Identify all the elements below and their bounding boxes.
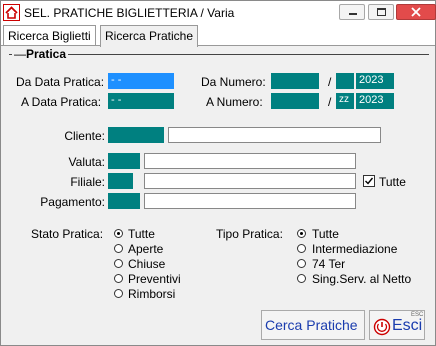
valuta-code-field[interactable] (108, 153, 140, 169)
cliente-name-field[interactable] (168, 127, 381, 143)
filiale-desc-field[interactable] (144, 173, 356, 189)
da-numero-prefix-field[interactable] (336, 73, 354, 89)
da-data-field[interactable]: - - (108, 73, 174, 89)
group-title: —Pratica (12, 47, 69, 61)
main-window: SEL. PRATICHE BIGLIETTERIA / Varia Ricer… (0, 0, 436, 346)
tab-ricerca-biglietti[interactable]: Ricerca Biglietti (3, 25, 96, 46)
maximize-icon (377, 8, 386, 16)
tutte-checkbox[interactable] (363, 175, 375, 187)
pagamento-desc-field[interactable] (144, 193, 356, 209)
exit-icon (373, 318, 391, 336)
tab-bar: Ricerca Biglietti Ricerca Pratiche (1, 25, 435, 47)
filiale-code-field[interactable] (108, 173, 133, 189)
a-numero-field[interactable] (271, 93, 319, 109)
stato-radio-tutte[interactable] (114, 229, 123, 238)
tab-ricerca-pratiche[interactable]: Ricerca Pratiche (100, 25, 199, 47)
title-bar: SEL. PRATICHE BIGLIETTERIA / Varia (1, 1, 436, 25)
valuta-desc-field[interactable] (144, 153, 356, 169)
da-numero-separator: / (328, 75, 332, 89)
tutte-checkbox-label: Tutte (379, 175, 406, 189)
group-title-text: Pratica (26, 47, 67, 61)
filiale-label: Filiale: (70, 175, 105, 189)
tipo-pratica-label: Tipo Pratica: (216, 227, 283, 241)
valuta-label: Valuta: (68, 155, 105, 169)
a-data-field[interactable]: - - (108, 93, 174, 109)
cliente-label: Cliente: (64, 129, 105, 143)
da-numero-field[interactable] (271, 73, 319, 89)
stato-radio-preventivi[interactable] (114, 274, 123, 283)
tipo-option-label: Tutte (312, 227, 339, 241)
tipo-option-label: Intermediazione (312, 242, 398, 256)
da-numero-year-field[interactable]: 2023 (356, 73, 394, 89)
cerca-pratiche-label: Cerca Pratiche (265, 317, 358, 333)
a-numero-separator: / (328, 95, 332, 109)
esci-button[interactable]: ESC Esci (369, 310, 425, 340)
stato-radio-rimborsi[interactable] (114, 289, 123, 298)
window-bottom-edge (1, 341, 435, 345)
a-numero-label: A Numero: (206, 95, 263, 109)
a-data-label: A Data Pratica: (21, 95, 102, 109)
da-numero-label: Da Numero: (201, 75, 266, 89)
maximize-button[interactable] (368, 4, 394, 20)
tipo-option-label: Sing.Serv. al Netto (312, 272, 412, 286)
window-title: SEL. PRATICHE BIGLIETTERIA / Varia (24, 6, 235, 20)
a-numero-prefix-field[interactable]: zz (336, 93, 354, 109)
minimize-button[interactable] (339, 4, 365, 20)
group-divider (9, 54, 429, 55)
stato-option-label: Rimborsi (128, 287, 176, 301)
tipo-radio-74-ter[interactable] (297, 259, 306, 268)
close-icon (411, 7, 421, 17)
stato-radio-aperte[interactable] (114, 244, 123, 253)
stato-option-label: Chiuse (128, 257, 166, 271)
esci-label: Esci (392, 317, 423, 334)
stato-option-label: Aperte (128, 242, 164, 256)
da-data-label: Da Data Pratica: (16, 75, 105, 89)
close-button[interactable] (396, 4, 436, 20)
cliente-code-field[interactable] (108, 127, 164, 143)
tipo-option-label: 74 Ter (312, 257, 346, 271)
pagamento-label: Pagamento: (40, 195, 105, 209)
minimize-icon (349, 13, 357, 15)
group-title-dash: — (14, 47, 26, 61)
home-icon (3, 4, 20, 21)
stato-option-label: Tutte (128, 227, 155, 241)
pagamento-code-field[interactable] (108, 193, 140, 209)
tipo-radio-intermediazione[interactable] (297, 244, 306, 253)
a-numero-year-field[interactable]: 2023 (356, 93, 394, 109)
stato-radio-chiuse[interactable] (114, 259, 123, 268)
stato-pratica-label: Stato Pratica: (31, 227, 104, 241)
stato-option-label: Preventivi (128, 272, 181, 286)
tipo-radio-tutte[interactable] (297, 229, 306, 238)
tipo-radio-sing-serv[interactable] (297, 274, 306, 283)
checkmark-icon (365, 177, 374, 185)
cerca-pratiche-button[interactable]: Cerca Pratiche (261, 310, 365, 340)
